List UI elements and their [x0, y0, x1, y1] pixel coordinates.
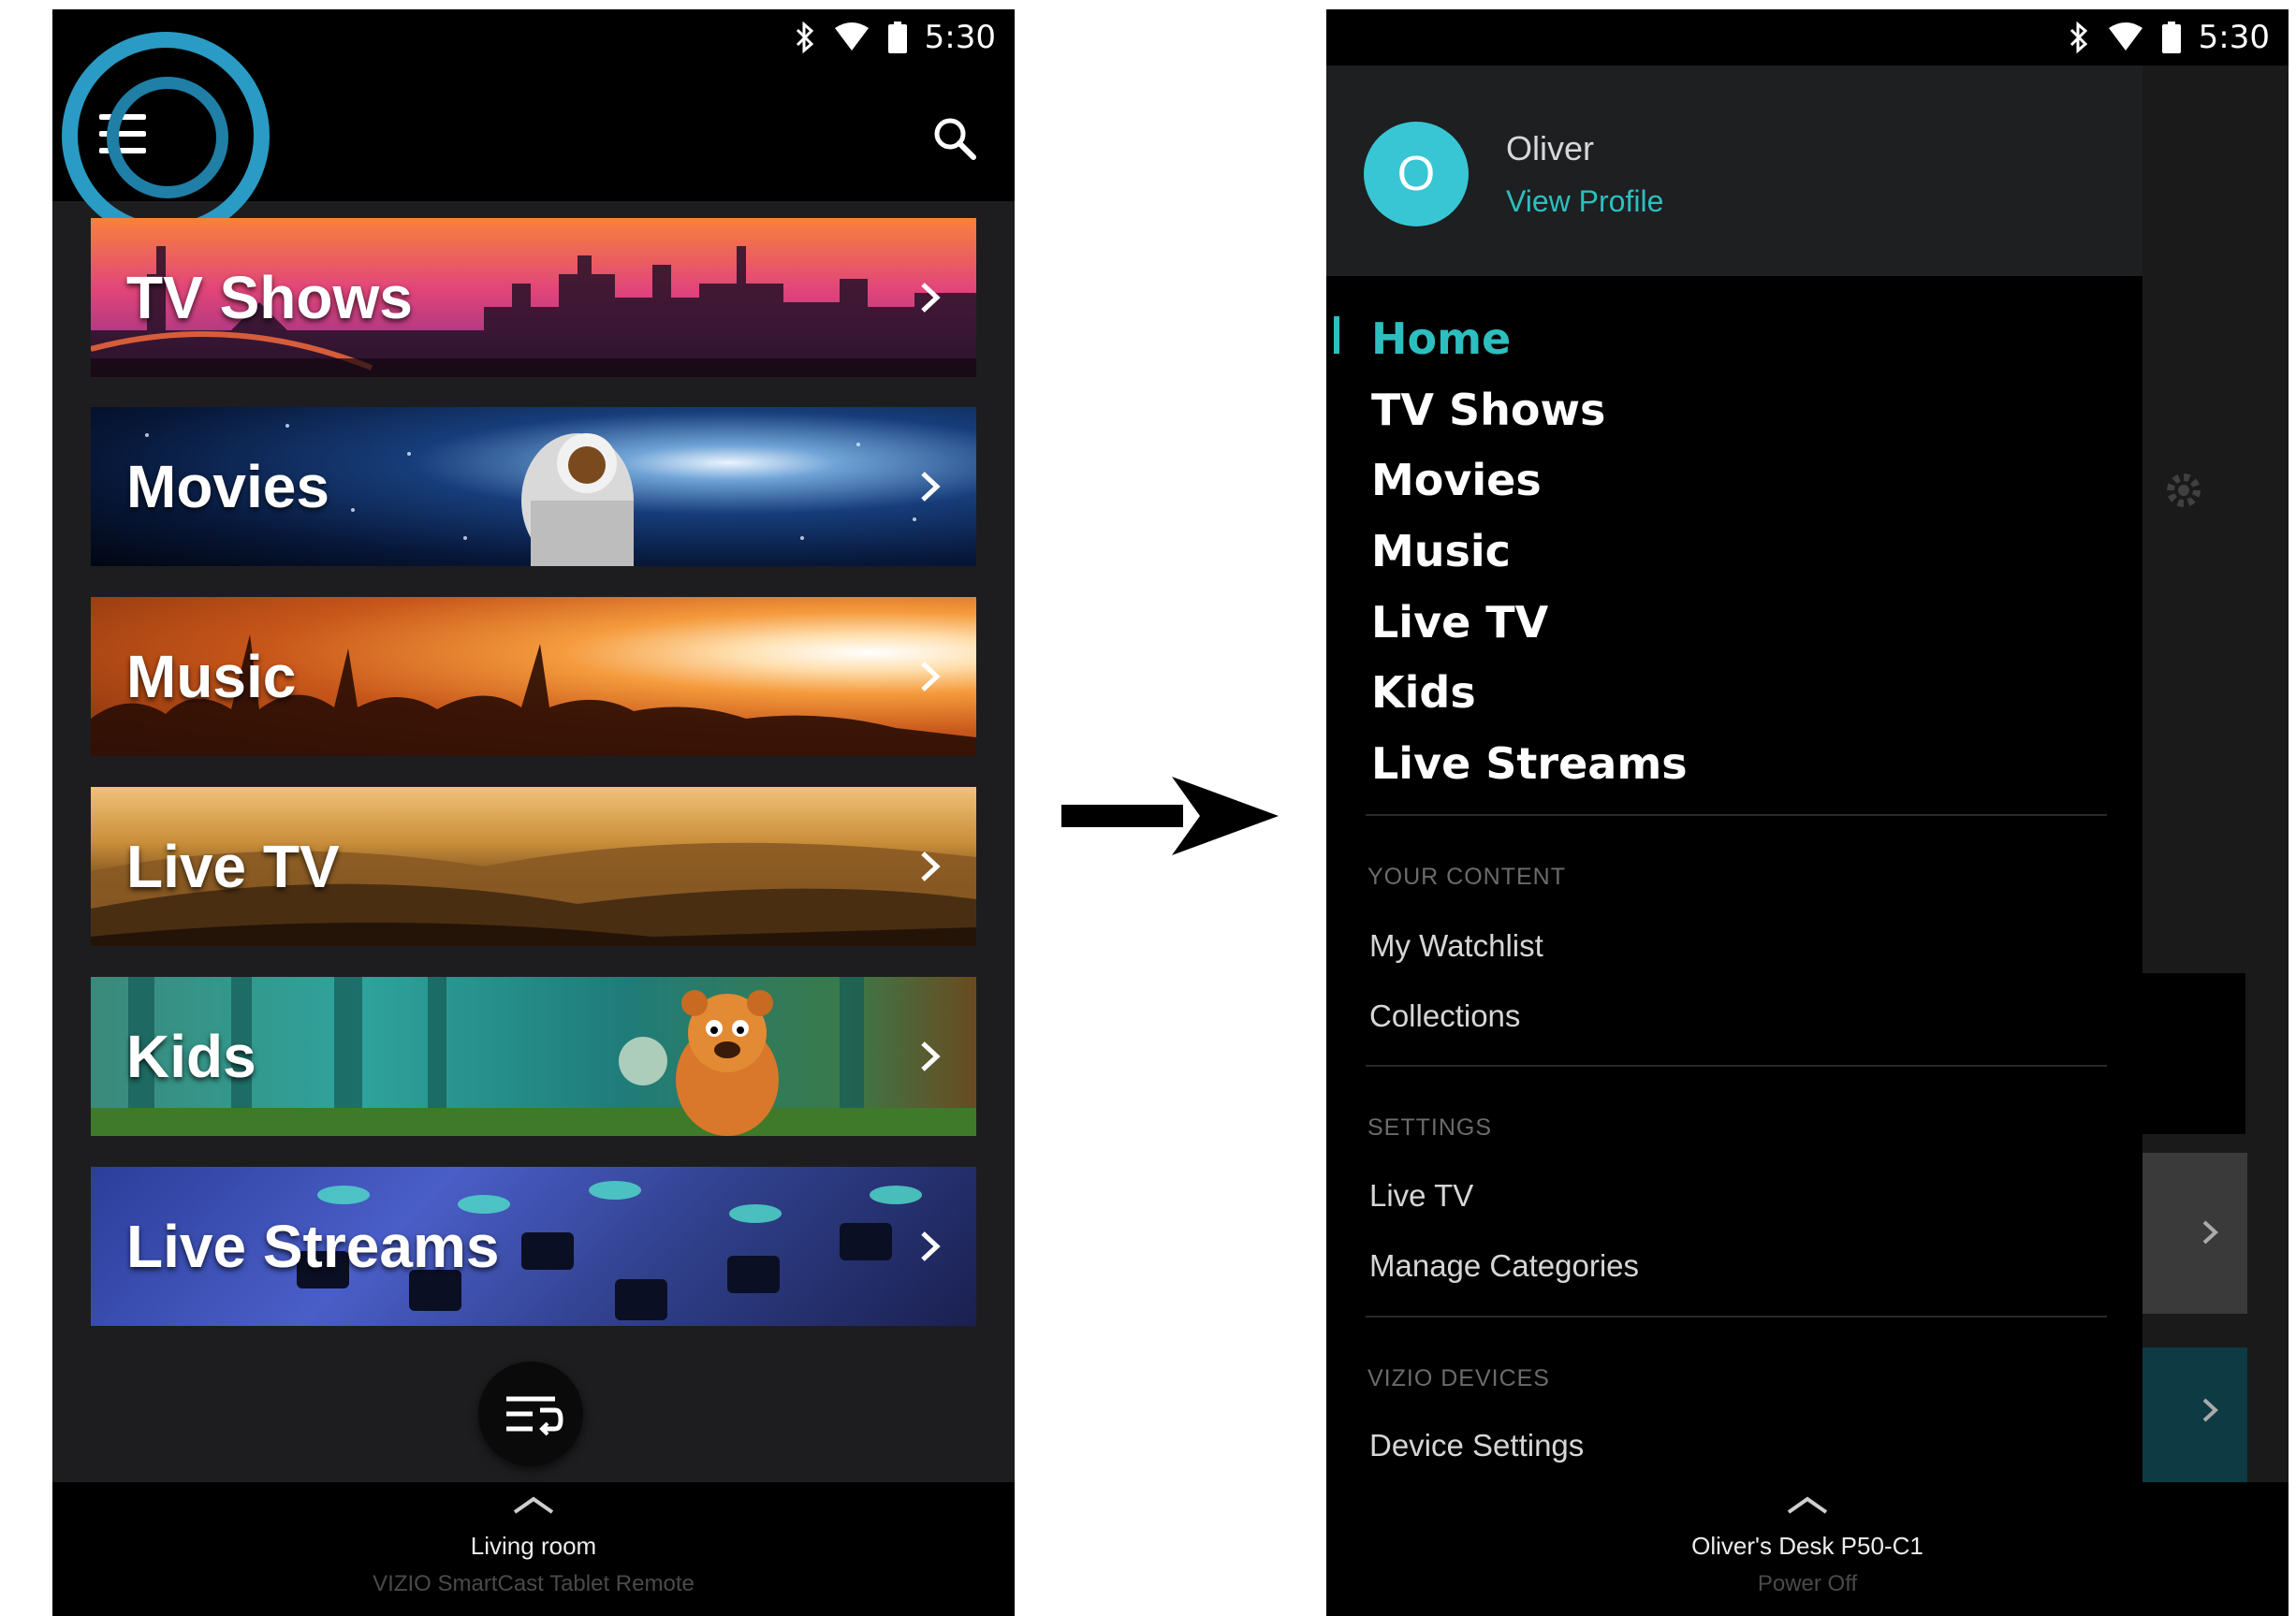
- chevron-right-icon: [2202, 1398, 2218, 1422]
- menu-item-live-tv-settings[interactable]: Live TV: [1369, 1178, 1473, 1214]
- dimmed-tile: [2142, 1153, 2247, 1314]
- category-tile-live-streams[interactable]: Live Streams: [91, 1167, 976, 1326]
- view-profile-link[interactable]: View Profile: [1506, 184, 1663, 219]
- queue-button[interactable]: [478, 1361, 583, 1466]
- profile-name: Oliver: [1506, 129, 1595, 167]
- menu-item-my-watchlist[interactable]: My Watchlist: [1369, 928, 1543, 964]
- device-name: Living room: [470, 1532, 597, 1560]
- chevron-right-icon: [921, 662, 941, 692]
- phone-screen-home: 5:30 TV Shows Movies Music Live TV Kids …: [52, 9, 1015, 1616]
- nav-item-home[interactable]: Home: [1371, 313, 1511, 364]
- nav-item-music[interactable]: Music: [1371, 526, 1511, 576]
- nav-item-movies[interactable]: Movies: [1371, 455, 1542, 505]
- category-tile-tv-shows[interactable]: TV Shows: [91, 218, 976, 377]
- gear-icon: [2167, 473, 2201, 507]
- chevron-right-icon: [921, 852, 941, 881]
- tile-label: Live Streams: [126, 1213, 500, 1280]
- divider: [1366, 1065, 2107, 1067]
- tile-label: TV Shows: [126, 264, 413, 331]
- battery-icon: [2161, 22, 2181, 53]
- device-bar[interactable]: Living room VIZIO SmartCast Tablet Remot…: [52, 1482, 1015, 1616]
- nav-item-tv-shows[interactable]: TV Shows: [1371, 385, 1605, 435]
- active-nav-indicator: [1334, 316, 1339, 354]
- category-tile-movies[interactable]: Movies: [91, 407, 976, 566]
- dimmed-tile: [2142, 1347, 2247, 1483]
- section-header-your-content: YOUR CONTENT: [1367, 864, 1566, 890]
- category-tile-music[interactable]: Music: [91, 597, 976, 756]
- menu-item-device-settings[interactable]: Device Settings: [1369, 1428, 1584, 1463]
- chevron-right-icon: [921, 472, 941, 502]
- tile-label: Kids: [126, 1023, 256, 1090]
- wifi-icon: [834, 22, 869, 51]
- nav-item-live-tv[interactable]: Live TV: [1371, 597, 1548, 648]
- divider: [1366, 1316, 2107, 1318]
- category-tile-kids[interactable]: Kids: [91, 977, 976, 1136]
- device-subtitle: VIZIO SmartCast Tablet Remote: [373, 1571, 695, 1596]
- device-name: Oliver's Desk P50-C1: [1691, 1532, 1923, 1560]
- status-time: 5:30: [924, 19, 996, 56]
- dimmed-panel: [2142, 973, 2245, 1134]
- tile-label: Live TV: [126, 833, 340, 900]
- chevron-right-icon: [921, 1041, 941, 1071]
- device-subtitle: Power Off: [1757, 1571, 1858, 1596]
- arrow-right-icon: [1061, 777, 1279, 855]
- chevron-right-icon: [2202, 1220, 2218, 1245]
- highlight-ring-inner: [107, 77, 228, 198]
- search-icon[interactable]: [930, 114, 979, 163]
- bluetooth-icon: [796, 22, 813, 53]
- divider: [1366, 814, 2107, 816]
- wifi-icon: [2108, 22, 2142, 51]
- section-header-vizio-devices: VIZIO DEVICES: [1367, 1365, 1550, 1391]
- tile-label: Music: [126, 643, 297, 710]
- navigation-drawer: O Oliver View Profile Home TV Shows Movi…: [1326, 66, 2142, 1482]
- menu-item-collections[interactable]: Collections: [1369, 998, 1520, 1034]
- phone-screen-drawer-open: 5:30 O Oliver View Profile Home TV Shows…: [1326, 9, 2289, 1616]
- menu-item-manage-categories[interactable]: Manage Categories: [1369, 1248, 1639, 1284]
- section-header-settings: SETTINGS: [1367, 1114, 1493, 1141]
- chevron-right-icon: [921, 283, 941, 313]
- nav-item-kids[interactable]: Kids: [1371, 667, 1476, 718]
- chevron-up-icon[interactable]: [1785, 1495, 1830, 1516]
- profile-card[interactable]: O Oliver View Profile: [1326, 66, 2142, 276]
- bluetooth-icon: [2069, 22, 2087, 53]
- tile-label: Movies: [126, 453, 329, 520]
- battery-icon: [887, 22, 907, 53]
- chevron-right-icon: [921, 1231, 941, 1261]
- queue-icon: [506, 1396, 563, 1436]
- status-time: 5:30: [2198, 19, 2270, 56]
- status-bar: 5:30: [1326, 9, 2289, 66]
- category-tile-live-tv[interactable]: Live TV: [91, 787, 976, 946]
- device-bar[interactable]: Oliver's Desk P50-C1 Power Off: [1326, 1482, 2289, 1616]
- avatar[interactable]: O: [1364, 122, 1469, 226]
- nav-item-live-streams[interactable]: Live Streams: [1371, 738, 1688, 789]
- chevron-up-icon[interactable]: [511, 1495, 556, 1516]
